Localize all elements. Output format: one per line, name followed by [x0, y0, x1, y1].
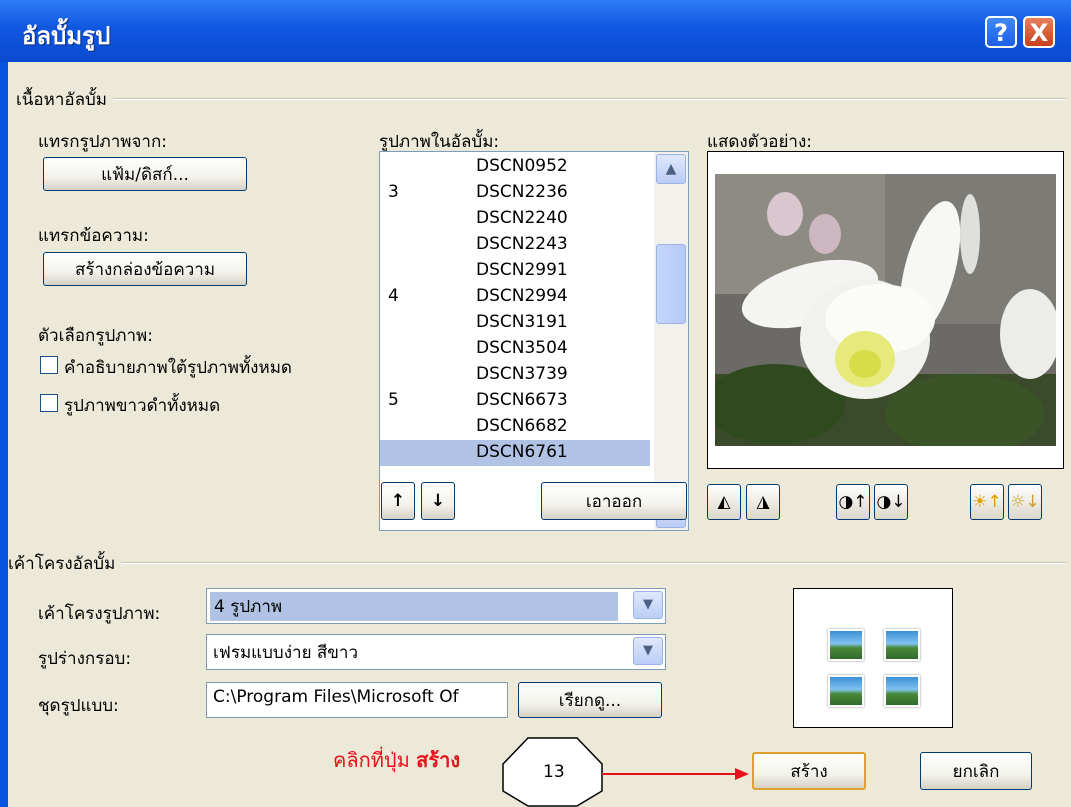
- dialog-body: เนื้อหาอัลบั้ม แทรกรูปภาพจาก: แฟ้ม/ดิสก์…: [8, 62, 1071, 807]
- dialog-window: อัลบั้มรูป ? X เนื้อหาอัลบั้ม แทรกรูปภาพ…: [0, 0, 1071, 807]
- cancel-button[interactable]: ยกเลิก: [920, 752, 1032, 790]
- help-button[interactable]: ?: [985, 16, 1017, 48]
- dialog-title: อัลบั้มรูป: [22, 22, 111, 50]
- title-bar[interactable]: อัลบั้มรูป ? X: [0, 0, 1071, 62]
- annotation-graphics: [502, 737, 749, 807]
- annotation-arrowhead: [735, 768, 749, 780]
- create-button[interactable]: สร้าง: [752, 752, 866, 790]
- step-number: 13: [543, 762, 565, 782]
- close-button[interactable]: X: [1023, 16, 1055, 48]
